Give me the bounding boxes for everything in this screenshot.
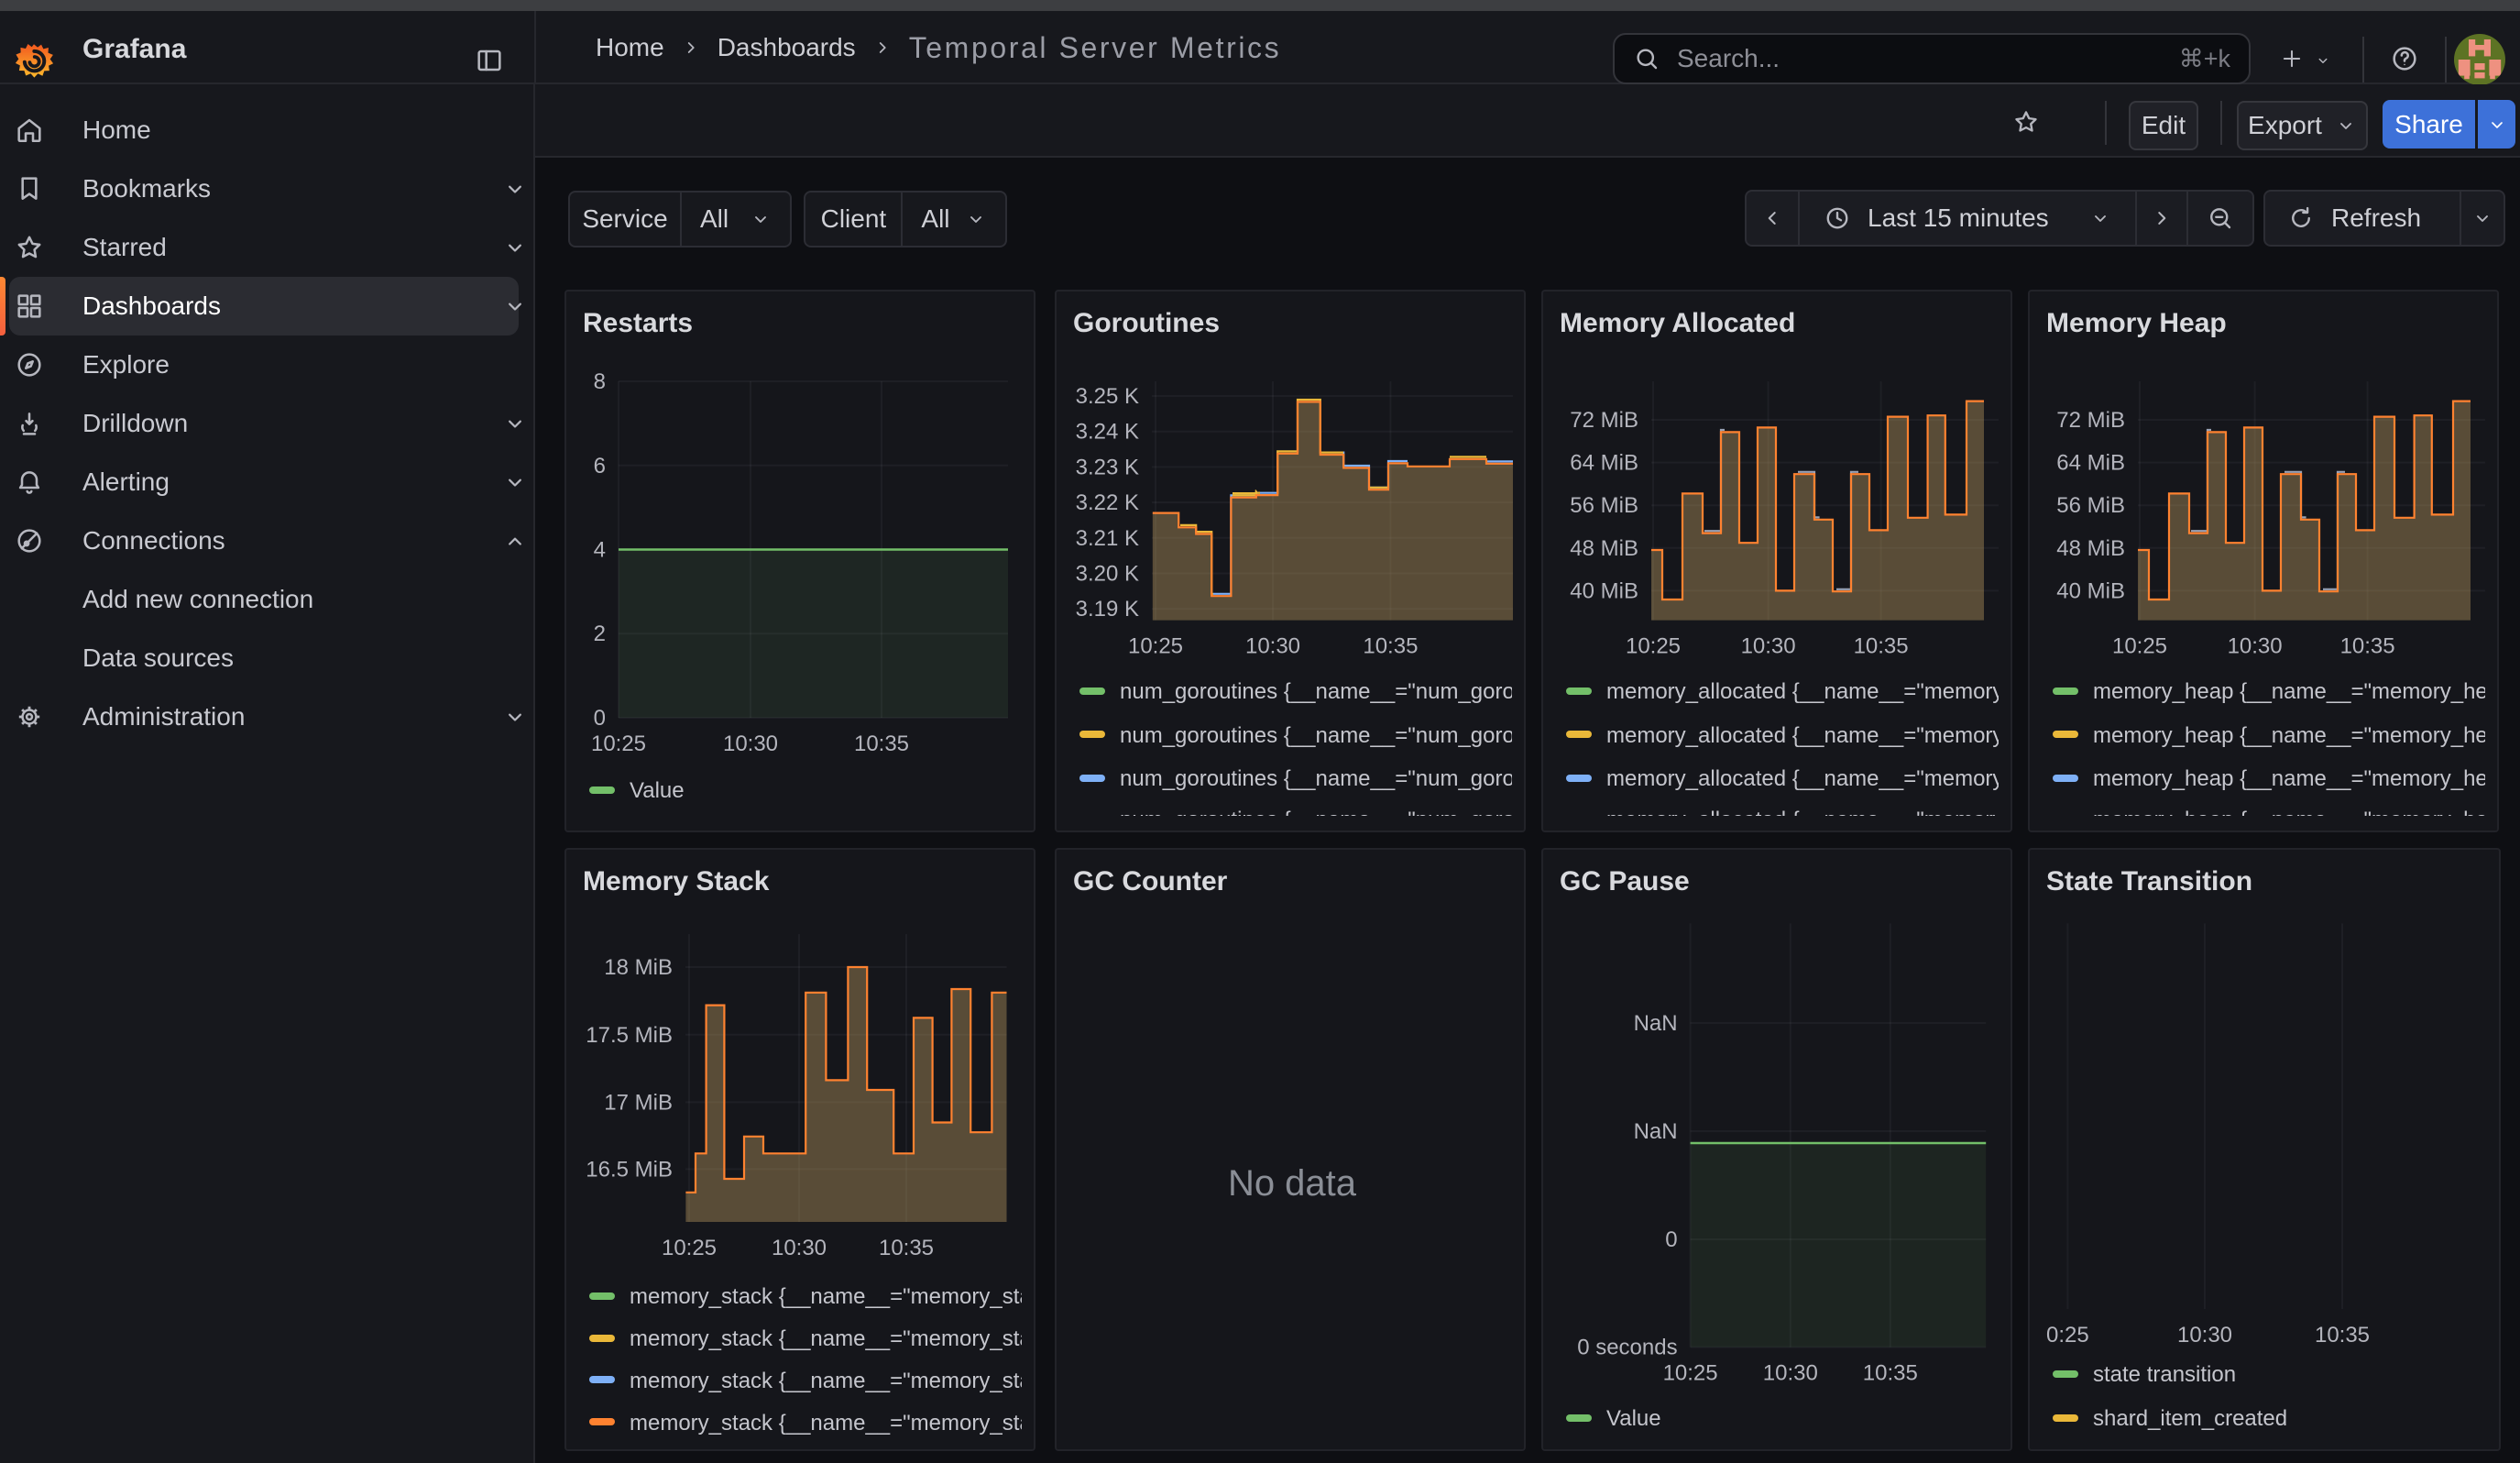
svg-text:10:35: 10:35 [1863,1361,1918,1386]
svg-text:64 MiB: 64 MiB [2056,451,2125,476]
svg-text:NaN: NaN [1634,1119,1678,1144]
svg-text:10:30: 10:30 [1763,1361,1818,1386]
svg-text:10:25: 10:25 [1663,1361,1718,1386]
svg-text:10:25: 10:25 [2112,634,2167,659]
svg-text:3.25 K: 3.25 K [1076,384,1139,409]
svg-text:18 MiB: 18 MiB [604,955,673,980]
svg-text:72 MiB: 72 MiB [2056,408,2125,433]
svg-text:NaN: NaN [1634,1011,1678,1036]
svg-text:40 MiB: 40 MiB [2056,578,2125,603]
svg-text:10:25: 10:25 [591,732,646,756]
svg-text:16.5 MiB: 16.5 MiB [586,1157,673,1182]
svg-text:3.21 K: 3.21 K [1076,526,1139,551]
svg-text:10:30: 10:30 [1741,634,1796,659]
svg-text:3.24 K: 3.24 K [1076,420,1139,445]
svg-text:0:25: 0:25 [2046,1323,2089,1348]
svg-text:10:30: 10:30 [772,1236,827,1260]
svg-text:10:30: 10:30 [2177,1323,2232,1348]
svg-text:10:35: 10:35 [2340,634,2395,659]
svg-text:17.5 MiB: 17.5 MiB [586,1023,673,1048]
svg-text:3.19 K: 3.19 K [1076,597,1139,622]
svg-text:3.22 K: 3.22 K [1076,490,1139,515]
svg-text:8: 8 [594,369,606,394]
svg-text:10:35: 10:35 [1854,634,1909,659]
svg-text:10:25: 10:25 [1128,634,1183,659]
svg-text:3.23 K: 3.23 K [1076,455,1139,479]
svg-text:48 MiB: 48 MiB [2056,536,2125,561]
svg-text:40 MiB: 40 MiB [1570,578,1638,603]
svg-text:10:35: 10:35 [2315,1323,2370,1348]
svg-text:10:35: 10:35 [854,732,909,756]
svg-text:10:35: 10:35 [1363,634,1418,659]
svg-text:10:30: 10:30 [2228,634,2283,659]
svg-text:10:30: 10:30 [1245,634,1300,659]
svg-text:6: 6 [594,454,606,478]
svg-text:10:30: 10:30 [723,732,778,756]
svg-text:56 MiB: 56 MiB [2056,493,2125,518]
svg-text:0 seconds: 0 seconds [1577,1336,1677,1360]
svg-text:10:25: 10:25 [1626,634,1681,659]
svg-text:3.20 K: 3.20 K [1076,562,1139,587]
svg-text:48 MiB: 48 MiB [1570,536,1638,561]
svg-text:0: 0 [594,706,606,731]
svg-text:10:25: 10:25 [662,1236,717,1260]
svg-text:17 MiB: 17 MiB [604,1090,673,1115]
svg-text:72 MiB: 72 MiB [1570,408,1638,433]
svg-text:56 MiB: 56 MiB [1570,493,1638,518]
svg-text:2: 2 [594,622,606,646]
svg-text:0: 0 [1665,1227,1677,1252]
svg-text:64 MiB: 64 MiB [1570,451,1638,476]
svg-text:4: 4 [594,538,606,563]
svg-text:10:35: 10:35 [879,1236,934,1260]
